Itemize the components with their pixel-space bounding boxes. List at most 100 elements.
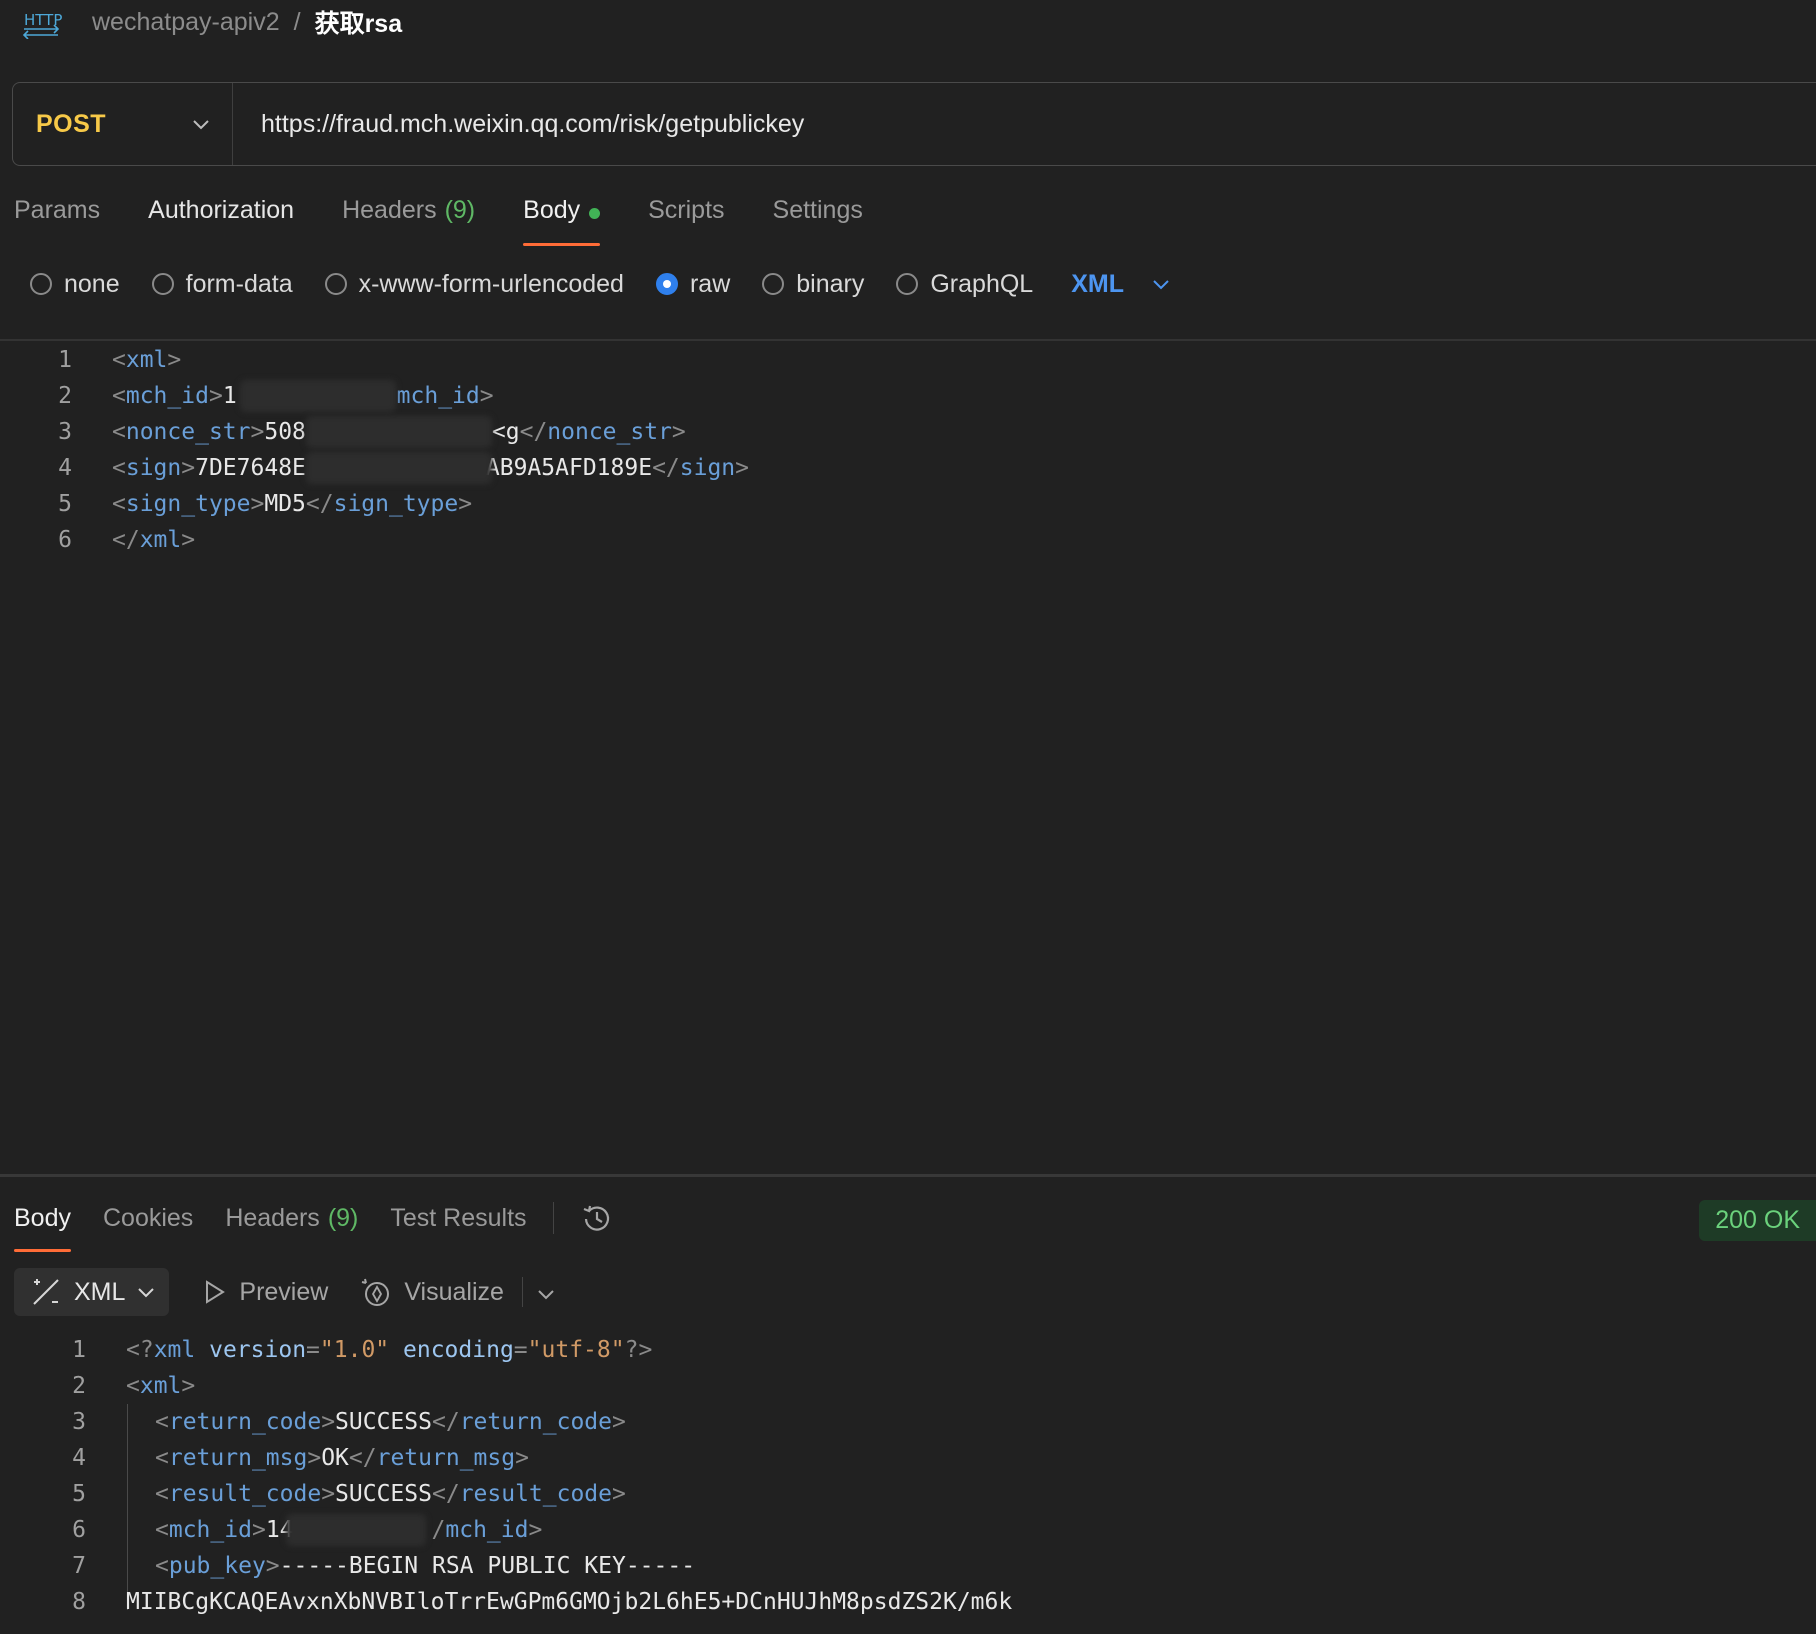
response-tab-body[interactable]: Body	[14, 1198, 71, 1252]
tab-authorization[interactable]: Authorization	[148, 190, 294, 246]
response-tab-headers[interactable]: Headers (9)	[225, 1198, 358, 1252]
request-tabs: Params Authorization Headers (9) Body Scr…	[14, 190, 911, 246]
code-token: xml	[139, 527, 182, 553]
tab-label: Params	[14, 196, 101, 224]
visualize-label: Visualize	[404, 1277, 504, 1306]
headers-count: (9)	[327, 1204, 359, 1232]
code-token: </	[431, 1481, 460, 1507]
visualize-options-dropdown[interactable]	[537, 1278, 555, 1307]
code-token: </	[305, 491, 334, 517]
headers-count: (9)	[444, 196, 476, 224]
toolbar-divider	[552, 1202, 554, 1234]
request-url-bar: POST	[12, 82, 1816, 166]
code-token: <g	[491, 419, 520, 445]
code-line: 3 < nonce_str >508 <g </nonce_str >	[0, 414, 749, 450]
body-type-none[interactable]: none	[30, 270, 120, 299]
code-line: 6 < mch_id >14/mch_id >	[0, 1512, 1012, 1548]
code-token: </	[431, 1409, 460, 1435]
pane-resize-handle[interactable]	[0, 1174, 1816, 1177]
body-type-graphql[interactable]: GraphQL	[896, 270, 1033, 299]
redaction-blur	[240, 380, 396, 412]
response-toolbar: XML Preview Visualize	[14, 1268, 555, 1316]
preview-button[interactable]: Preview	[203, 1278, 328, 1307]
radio-button[interactable]	[30, 273, 52, 295]
code-token: ?>	[624, 1337, 653, 1363]
breadcrumb-request-name[interactable]: 获取rsa	[315, 4, 403, 40]
response-tabs: Body Cookies Headers (9) Test Results	[14, 1198, 614, 1252]
line-number: 4	[58, 455, 72, 481]
code-token: 508	[264, 419, 306, 445]
code-token: MD5	[264, 491, 306, 517]
code-token: >	[528, 1517, 543, 1543]
code-token: 7DE7648E	[195, 455, 306, 481]
line-number: 2	[72, 1373, 86, 1399]
radio-label: form-data	[185, 269, 293, 298]
code-token: >	[458, 491, 473, 517]
code-token: >	[515, 1445, 529, 1471]
code-token: mch_id	[396, 383, 480, 409]
code-token: return_code	[168, 1409, 322, 1435]
body-type-binary[interactable]: binary	[762, 270, 864, 299]
code-token: >	[612, 1481, 626, 1507]
raw-language-label: XML	[1071, 269, 1124, 298]
breadcrumb-separator: /	[293, 7, 301, 36]
code-token: xml	[139, 1373, 182, 1399]
response-tab-cookies[interactable]: Cookies	[103, 1198, 193, 1252]
radio-button[interactable]	[151, 273, 174, 295]
line-number: 5	[58, 491, 72, 517]
raw-language-select[interactable]: XML	[1071, 270, 1170, 299]
radio-label: raw	[689, 269, 731, 298]
response-format-select[interactable]: XML	[14, 1268, 170, 1316]
tab-headers[interactable]: Headers (9)	[342, 190, 475, 246]
code-line: 7 < pub_key > -----BEGIN RSA PUBLIC KEY----…	[0, 1548, 1012, 1584]
method-select[interactable]: POST	[13, 83, 233, 165]
radio-button-selected[interactable]	[655, 273, 678, 295]
preview-label: Preview	[239, 1277, 329, 1306]
code-token: </	[112, 527, 140, 553]
tab-settings[interactable]: Settings	[773, 190, 863, 246]
body-type-raw[interactable]: raw	[655, 269, 731, 299]
code-token: pub_key	[168, 1553, 266, 1579]
body-type-form-data[interactable]: form-data	[151, 269, 293, 299]
code-token: 1	[222, 383, 237, 409]
code-token: MIIBCgKCAQEAvxnXbNVBIloTrrEwGPm6GMOjb2L6…	[126, 1589, 1013, 1615]
code-line: 5 < result_code > SUCCESS </result_code >	[0, 1476, 1012, 1512]
code-token: >	[479, 383, 494, 409]
tab-label: Scripts	[648, 196, 725, 224]
code-line: 5 < sign_type > MD5 </sign_type >	[0, 486, 749, 522]
response-tab-test-results[interactable]: Test Results	[390, 1198, 526, 1252]
code-line: 1 < xml >	[0, 342, 749, 378]
tab-params[interactable]: Params	[14, 190, 100, 246]
section-divider	[0, 339, 1816, 341]
body-type-urlencoded[interactable]: x-www-form-urlencoded	[324, 270, 624, 299]
code-token: result_code	[168, 1481, 322, 1507]
visualize-button[interactable]: Visualize	[360, 1276, 504, 1308]
radio-button[interactable]	[896, 273, 919, 295]
tab-body[interactable]: Body	[523, 190, 601, 246]
tab-label: Body	[523, 196, 581, 224]
line-number: 4	[72, 1445, 86, 1471]
code-token: mch_id	[125, 383, 209, 409]
tab-scripts[interactable]: Scripts	[648, 190, 724, 246]
radio-button[interactable]	[762, 273, 785, 295]
response-body-viewer[interactable]: 1 <? xml version = "1.0" encoding = "utf-8" ?>…	[0, 1332, 1012, 1620]
breadcrumb-collection[interactable]: wechatpay-apiv2	[92, 8, 280, 37]
code-token: -----BEGIN RSA PUBLIC KEY-----	[279, 1553, 696, 1579]
chevron-down-icon	[538, 1289, 554, 1299]
code-token: <	[155, 1481, 169, 1507]
code-token: </	[519, 419, 548, 445]
history-icon[interactable]	[580, 1198, 614, 1243]
code-token: >	[181, 455, 196, 481]
request-body-editor[interactable]: 1 < xml > 2 < mch_id >1 mch_id > 3 < nonce_str >…	[0, 342, 749, 558]
radio-label: none	[64, 269, 120, 298]
toolbar-divider	[521, 1277, 523, 1307]
radio-button[interactable]	[324, 273, 347, 295]
code-line: 4 < sign >7DE7648E AB9A5AFD189E </sign >	[0, 450, 749, 486]
code-token: encoding	[403, 1337, 514, 1363]
code-token: >	[181, 1373, 196, 1399]
code-token: </	[348, 1445, 377, 1471]
url-input[interactable]	[259, 108, 1663, 140]
code-token: </	[652, 455, 680, 481]
code-token: =	[306, 1337, 320, 1363]
code-token: sign_type	[333, 491, 459, 517]
